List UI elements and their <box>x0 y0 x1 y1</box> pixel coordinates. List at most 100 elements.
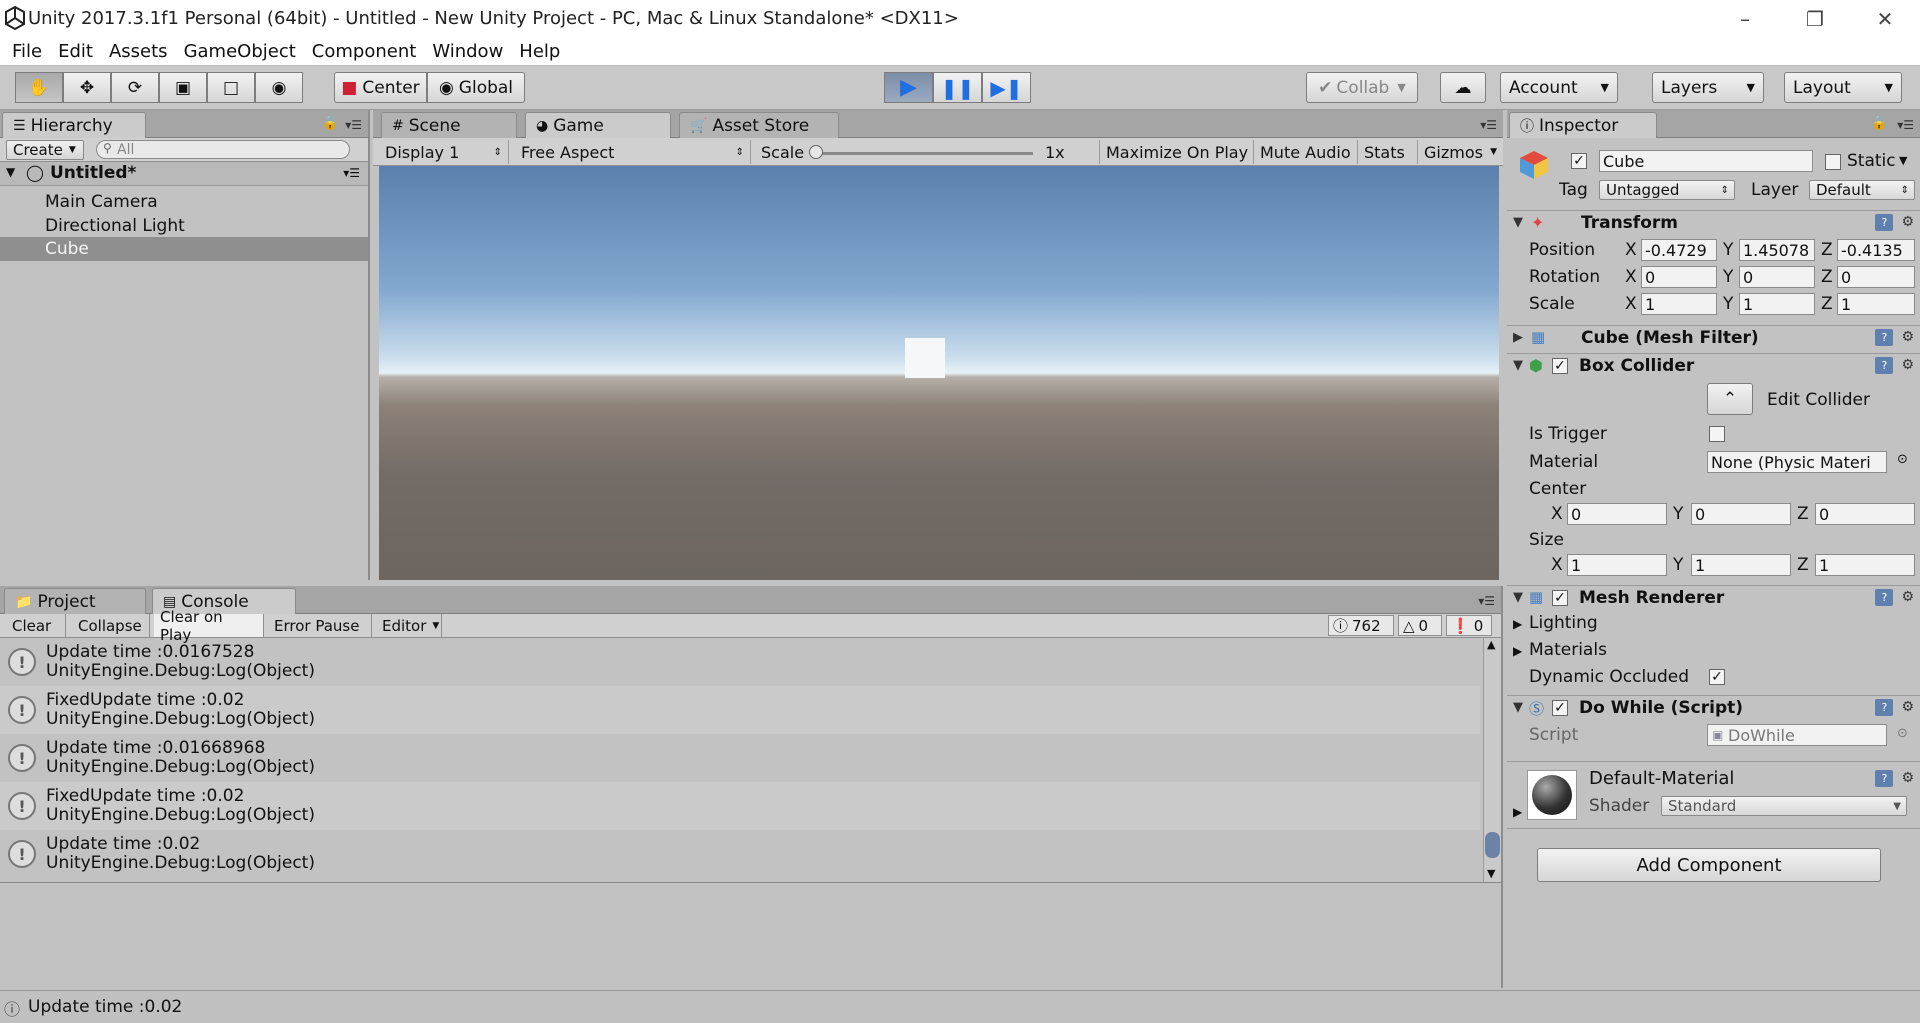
game-viewport[interactable] <box>379 166 1499 580</box>
menu-help[interactable]: Help <box>511 41 568 62</box>
move-tool-button[interactable]: ✥ <box>63 72 111 103</box>
gear-icon[interactable]: ⚙ <box>1901 214 1914 231</box>
scale-y-field[interactable]: 1 <box>1739 293 1815 315</box>
gizmos-dropdown[interactable]: Gizmos ▼ <box>1417 140 1501 164</box>
script-header[interactable]: ▼ Ⓢ ✓ Do While (Script) ? ⚙ <box>1507 695 1920 721</box>
display-dropdown[interactable]: Display 1 ⇕ <box>385 140 509 164</box>
pause-button[interactable]: ❚❚ <box>933 72 982 103</box>
fold-arrow-icon[interactable]: ▶ <box>1513 805 1522 819</box>
maximize-on-play-toggle[interactable]: Maximize On Play <box>1099 140 1249 164</box>
transform-tool-button[interactable]: ◉ <box>255 72 303 103</box>
fold-arrow-icon[interactable]: ▼ <box>1513 215 1523 230</box>
tab-hierarchy[interactable]: ☰ Hierarchy <box>2 112 146 138</box>
materials-foldout[interactable]: Materials <box>1529 640 1607 660</box>
transform-header[interactable]: ▼ ✦ Transform ? ⚙ <box>1507 210 1920 236</box>
lighting-foldout[interactable]: Lighting <box>1529 613 1598 633</box>
static-checkbox[interactable] <box>1825 154 1841 170</box>
mesh-renderer-header[interactable]: ▼ ▦ ✓ Mesh Renderer ? ⚙ <box>1507 585 1920 611</box>
tab-inspector[interactable]: ⓘ Inspector <box>1509 112 1657 138</box>
size-z-field[interactable]: 1 <box>1815 554 1915 576</box>
account-dropdown[interactable]: Account ▼ <box>1500 72 1618 103</box>
position-z-field[interactable]: -0.4135 <box>1837 239 1915 261</box>
console-scrollbar[interactable]: ▲ ▼ <box>1483 638 1501 882</box>
pivot-center-button[interactable]: ■ Center <box>334 72 427 103</box>
scroll-down-icon[interactable]: ▼ <box>1487 867 1495 880</box>
rotation-z-field[interactable]: 0 <box>1837 266 1915 288</box>
fold-arrow-icon[interactable]: ▼ <box>1513 590 1523 605</box>
layout-dropdown[interactable]: Layout ▼ <box>1784 72 1902 103</box>
gear-icon[interactable]: ⚙ <box>1901 329 1914 346</box>
scale-tool-button[interactable]: ▣ <box>159 72 207 103</box>
rotation-x-field[interactable]: 0 <box>1641 266 1717 288</box>
restore-button[interactable]: ❐ <box>1780 0 1850 38</box>
log-count-toggle[interactable]: ⓘ 762 <box>1328 615 1394 636</box>
scene-menu-icon[interactable]: ▾☰ <box>343 166 360 180</box>
clear-on-play-toggle[interactable]: Clear on Play <box>154 608 264 644</box>
tag-dropdown[interactable]: Untagged ⇕ <box>1599 180 1735 200</box>
create-button[interactable]: Create ▼ <box>6 140 84 160</box>
menu-edit[interactable]: Edit <box>50 41 101 62</box>
is-trigger-checkbox[interactable] <box>1709 426 1725 442</box>
object-picker-icon[interactable]: ⊙ <box>1897 452 1908 467</box>
center-z-field[interactable]: 0 <box>1815 503 1915 525</box>
scroll-up-icon[interactable]: ▲ <box>1487 638 1495 651</box>
warning-count-toggle[interactable]: △ 0 <box>1398 615 1442 636</box>
rotation-y-field[interactable]: 0 <box>1739 266 1815 288</box>
component-enabled-checkbox[interactable]: ✓ <box>1552 590 1568 606</box>
collab-dropdown[interactable]: ✔ Collab ▼ <box>1306 72 1418 103</box>
aspect-dropdown[interactable]: Free Aspect ⇕ <box>521 140 751 164</box>
menu-window[interactable]: Window <box>424 41 511 62</box>
tab-project[interactable]: 📁 Project <box>4 588 146 614</box>
error-count-toggle[interactable]: ❗ 0 <box>1446 615 1492 636</box>
layers-dropdown[interactable]: Layers ▼ <box>1652 72 1764 103</box>
scale-slider-handle[interactable] <box>809 145 823 159</box>
physic-material-field[interactable]: None (Physic Materi <box>1707 451 1887 473</box>
help-book-icon[interactable]: ? <box>1875 589 1894 606</box>
status-message[interactable]: Update time :0.02 <box>28 997 182 1017</box>
log-entry[interactable]: ! Update time :0.0167528 UnityEngine.Deb… <box>0 638 1480 686</box>
editor-dropdown[interactable]: Editor ▼ <box>376 614 442 637</box>
help-book-icon[interactable]: ? <box>1875 357 1894 374</box>
help-book-icon[interactable]: ? <box>1875 770 1894 787</box>
tab-scene[interactable]: # Scene <box>381 112 517 138</box>
hierarchy-item-main-camera[interactable]: Main Camera <box>45 192 158 212</box>
mesh-filter-header[interactable]: ▶ ▦ Cube (Mesh Filter) ? ⚙ <box>1507 325 1920 351</box>
cloud-button[interactable]: ☁ <box>1440 72 1486 103</box>
log-entry[interactable]: ! FixedUpdate time :0.02 UnityEngine.Deb… <box>0 686 1480 734</box>
panel-menu-icon[interactable]: ▾☰ <box>1897 118 1914 132</box>
size-x-field[interactable]: 1 <box>1567 554 1667 576</box>
play-button[interactable]: ▶ <box>884 72 933 103</box>
scene-row[interactable]: ▼ ◯ Untitled* ▾☰ <box>0 162 368 186</box>
clear-button[interactable]: Clear <box>6 614 66 637</box>
space-global-button[interactable]: ◉ Global <box>427 72 525 103</box>
box-collider-header[interactable]: ▼ ⬢ ✓ Box Collider ? ⚙ <box>1507 353 1920 379</box>
step-button[interactable]: ▶❚ <box>982 72 1031 103</box>
rect-tool-button[interactable]: □ <box>207 72 255 103</box>
panel-menu-icon[interactable]: ▾☰ <box>1480 118 1497 132</box>
hierarchy-item-cube[interactable]: Cube <box>0 237 368 261</box>
position-y-field[interactable]: 1.45078 <box>1739 239 1815 261</box>
active-checkbox[interactable]: ✓ <box>1571 153 1587 169</box>
gear-icon[interactable]: ⚙ <box>1901 699 1914 716</box>
collapse-toggle[interactable]: Collapse <box>72 614 150 637</box>
layer-dropdown[interactable]: Default ⇕ <box>1809 180 1915 200</box>
fold-arrow-icon[interactable]: ▶ <box>1513 330 1523 345</box>
scrollbar-thumb[interactable] <box>1485 832 1500 858</box>
dynamic-occluded-checkbox[interactable]: ✓ <box>1709 669 1725 685</box>
position-x-field[interactable]: -0.4729 <box>1641 239 1717 261</box>
minimize-button[interactable]: – <box>1710 0 1780 38</box>
edit-collider-button[interactable]: ⌃ <box>1707 383 1753 415</box>
scale-x-field[interactable]: 1 <box>1641 293 1717 315</box>
menu-component[interactable]: Component <box>304 41 425 62</box>
help-book-icon[interactable]: ? <box>1875 329 1894 346</box>
fold-arrow-icon[interactable]: ▶ <box>1513 644 1522 658</box>
fold-arrow-icon[interactable]: ▼ <box>1513 358 1523 373</box>
menu-gameobject[interactable]: GameObject <box>176 41 304 62</box>
shader-dropdown[interactable]: Standard ▼ <box>1661 796 1907 816</box>
hand-tool-button[interactable]: ✋ <box>15 72 63 103</box>
panel-menu-icon[interactable]: ▾☰ <box>345 118 362 132</box>
stats-toggle[interactable]: Stats <box>1357 140 1415 164</box>
log-entry[interactable]: ! Update time :0.02 UnityEngine.Debug:Lo… <box>0 830 1480 878</box>
object-name-field[interactable]: Cube <box>1599 150 1813 172</box>
lock-icon[interactable]: 🔒 <box>322 116 338 131</box>
